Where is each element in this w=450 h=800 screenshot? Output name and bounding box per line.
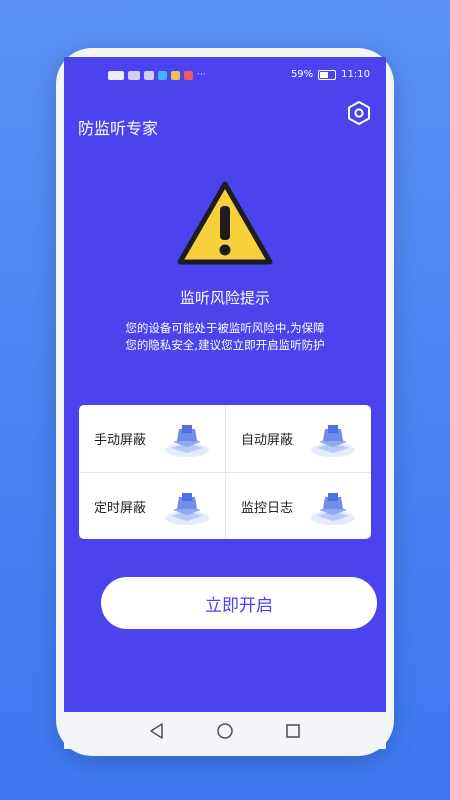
layered-box-icon: [311, 493, 355, 525]
feature-timed-block[interactable]: 定时屏蔽: [79, 472, 225, 539]
settings-button[interactable]: [346, 100, 372, 126]
warning-description-line: 您的隐私安全,建议您立即开启监听防护: [125, 338, 325, 352]
status-icons-left: ···: [108, 70, 206, 80]
status-icons-right: 59% 11:10: [291, 69, 370, 80]
recents-square-icon[interactable]: [283, 721, 303, 741]
layered-box-icon: [311, 425, 355, 457]
signal-icon: [128, 70, 140, 80]
app-notification-icon: [171, 70, 180, 80]
battery-icon: [318, 69, 337, 80]
app-title: 防监听专家: [78, 119, 159, 138]
hd-icon: [108, 70, 124, 80]
status-time: 11:10: [341, 69, 370, 80]
warning-title: 监听风险提示: [179, 289, 270, 307]
warning-triangle-icon: [177, 181, 273, 265]
layered-box-icon: [165, 425, 209, 457]
system-nav-bar: [64, 712, 386, 749]
feature-auto-block[interactable]: 自动屏蔽: [225, 405, 371, 472]
back-triangle-icon[interactable]: [147, 721, 167, 741]
feature-label: 定时屏蔽: [94, 500, 147, 516]
feature-grid: 手动屏蔽 自动屏蔽 定时屏蔽 监控日志: [79, 405, 371, 539]
app-notification-icon: [158, 70, 167, 80]
app-notification-icon: [184, 70, 193, 80]
enable-now-button[interactable]: 立即开启: [101, 577, 377, 629]
home-circle-icon[interactable]: [215, 721, 235, 741]
more-notifications-icon: ···: [197, 70, 206, 80]
feature-manual-block[interactable]: 手动屏蔽: [79, 405, 225, 472]
warning-description: 您的设备可能处于被监听风险中,为保障 您的隐私安全,建议您立即开启监听防护: [94, 320, 356, 354]
hexagon-settings-icon: [348, 101, 370, 125]
app-screen: ··· 59% 11:10 防监听专家 监听风险提示 您的设备可能处于被监听风险…: [64, 57, 386, 712]
feature-label: 手动屏蔽: [94, 433, 147, 448]
layered-box-icon: [165, 493, 209, 525]
battery-percent: 59%: [290, 69, 314, 80]
feature-label: 监控日志: [241, 500, 294, 516]
warning-description-line: 您的设备可能处于被监听风险中,为保障: [125, 321, 325, 335]
status-bar: ··· 59% 11:10: [64, 57, 386, 93]
wifi-icon: [144, 70, 154, 80]
feature-label: 自动屏蔽: [241, 433, 294, 448]
feature-monitor-log[interactable]: 监控日志: [225, 472, 371, 539]
